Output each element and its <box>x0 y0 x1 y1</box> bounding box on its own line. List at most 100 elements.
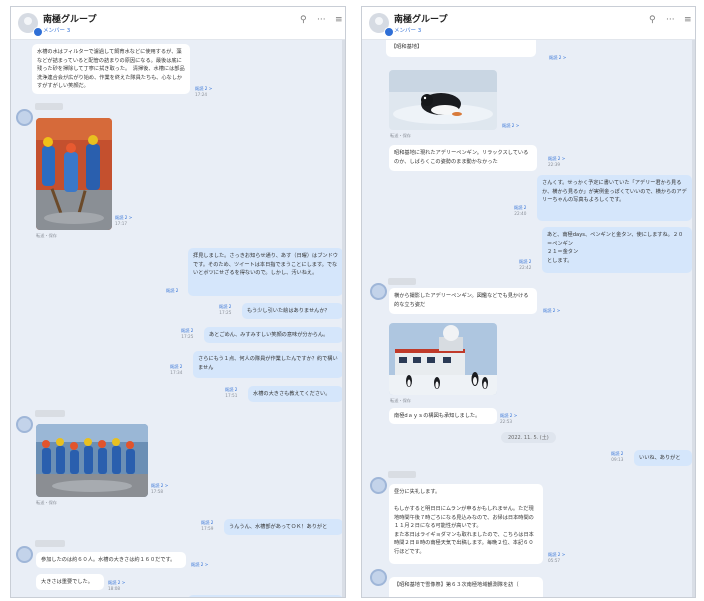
message-text: 昭和基地に現れたアデリーペンギン。リラックスしているのか、しばらくこの姿勢のまま… <box>394 150 529 165</box>
sender-name <box>35 103 63 110</box>
search-icon[interactable]: ⚲ <box>649 16 656 25</box>
message-text: 水槽の大きさも教えてください。 <box>253 391 331 397</box>
read-receipt[interactable]: 既読 2 > <box>108 580 125 586</box>
message-meta: 既読 2 > <box>191 562 208 568</box>
sender-avatar[interactable] <box>370 569 387 586</box>
message-meta: 既読 2 17:34 <box>170 364 182 375</box>
message-meta: 既読 2 > 22:39 <box>548 156 565 167</box>
message-bubble-incoming[interactable]: 【昭和基地】 <box>386 39 536 57</box>
read-receipt[interactable]: 既読 2 > <box>151 483 168 489</box>
photo-station-with-penguins[interactable] <box>389 323 497 395</box>
sender-avatar[interactable] <box>16 109 33 126</box>
chat-window-right: 南極グループ メンバー 3 ⚲ ··· ≡ 【昭和基地】 既読 2 > 既読 2… <box>361 6 696 598</box>
read-receipt[interactable]: 既読 2 <box>519 259 531 265</box>
message-bubble-outgoing[interactable]: あと、南極days、ペンギンと金タン、使にしますね。２０＝ペンギン ２１＝金タン… <box>542 227 692 273</box>
message-bubble-outgoing[interactable]: もう少し引いた絵はありませんか？ <box>242 303 343 319</box>
photo-group-of-workers[interactable] <box>36 424 148 497</box>
read-receipt[interactable]: 既読 2 > <box>191 562 208 568</box>
message-bubble-outgoing[interactable]: さんくす。せっかく予定に書いていた「アデリー君から見るか、横から見るか」が実例金… <box>537 175 692 221</box>
message-meta: 既読 2 > 22:53 <box>500 413 517 424</box>
message-meta: 既読 2 22:40 <box>514 205 526 216</box>
message-bubble-outgoing[interactable]: いいね、ありがと <box>634 450 692 466</box>
menu-icon[interactable]: ≡ <box>335 16 343 25</box>
message-meta: 既読 2 > 18:08 <box>108 580 125 591</box>
more-icon[interactable]: ··· <box>666 16 675 25</box>
search-icon[interactable]: ⚲ <box>300 16 307 25</box>
photo-actions[interactable]: 転送・保存 <box>390 398 411 404</box>
message-meta: 既読 2 > 17:58 <box>151 483 168 494</box>
message-bubble-outgoing[interactable]: 水槽の大きさも教えてください。 <box>248 386 343 402</box>
message-bubble-outgoing[interactable]: うんうん、水槽部があってＯＫ！ありがと <box>224 519 343 535</box>
read-receipt[interactable]: 既読 2 <box>611 451 623 457</box>
sender-avatar[interactable] <box>370 477 387 494</box>
more-icon[interactable]: ··· <box>317 16 326 25</box>
member-count[interactable]: メンバー 3 <box>394 26 421 34</box>
message-meta: 既読 2 > 17:17 <box>115 215 132 226</box>
timestamp: 17:24 <box>195 91 208 97</box>
group-badge-icon <box>384 27 394 37</box>
scrollbar[interactable] <box>342 39 345 597</box>
timestamp: 18:08 <box>108 585 121 591</box>
photo-actions[interactable]: 転送・保存 <box>36 233 57 239</box>
message-meta: 既読 2 > 17:24 <box>195 86 212 97</box>
read-receipt[interactable]: 既読 2 <box>219 304 231 310</box>
photo-image <box>36 424 148 497</box>
read-receipt[interactable]: 既読 2 <box>225 387 237 393</box>
message-bubble-incoming[interactable]: 昭和基地に現れたアデリーペンギン。リラックスしているのか、しばらくこの姿勢のまま… <box>389 145 537 171</box>
message-meta: 既読 2 > <box>549 55 566 61</box>
read-receipt[interactable]: 既読 2 > <box>195 86 212 92</box>
message-bubble-incoming[interactable]: 大きさは重要でした。 <box>36 574 104 590</box>
message-bubble-incoming[interactable]: 横から撮影したアデリーペンギン。図鑑などでも見かける的な立ち姿だ <box>389 288 537 314</box>
sender-avatar[interactable] <box>16 416 33 433</box>
menu-icon[interactable]: ≡ <box>684 16 692 25</box>
sender-avatar[interactable] <box>370 283 387 300</box>
message-bubble-outgoing[interactable] <box>188 595 343 597</box>
message-meta: 既読 2 09:13 <box>611 451 623 462</box>
timestamp: 09:13 <box>611 456 624 462</box>
photo-actions[interactable]: 転送・保存 <box>390 133 411 139</box>
message-bubble-outgoing[interactable]: 拝見しました。さっきお知らせ通り、あす（日曜）はブンドウです。そのため、ツイート… <box>188 248 343 296</box>
message-meta: 既読 2 > <box>543 308 560 314</box>
read-receipt[interactable]: 既読 2 <box>181 328 193 334</box>
photo-actions[interactable]: 転送・保存 <box>36 500 57 506</box>
message-bubble-incoming[interactable]: 参加したのは約６０人。水槽の大きさは約１６０だです。 <box>36 552 186 568</box>
message-bubble-outgoing[interactable]: あとごめん、みすみすしい笑顔の意味が分からん。 <box>204 327 343 343</box>
read-receipt[interactable]: 既読 2 <box>514 205 526 211</box>
message-text: 【昭和基地で雪像祭】第６３次南極地域観測隊を訪（ <box>394 582 519 588</box>
read-receipt[interactable]: 既読 2 > <box>543 308 560 314</box>
read-receipt[interactable]: 既読 2 > <box>115 215 132 221</box>
read-receipt[interactable]: 既読 2 > <box>500 413 517 419</box>
timestamp: 17:34 <box>170 369 183 375</box>
message-bubble-incoming[interactable]: 昼分に失礼します。 もしかすると明日日にムランが申るかもしれません。ただ現地時間… <box>389 484 543 564</box>
read-receipt[interactable]: 既読 2 > <box>548 552 565 558</box>
photo-image <box>389 70 497 130</box>
group-title[interactable]: 南極グループ <box>43 12 96 25</box>
message-text: 横から撮影したアデリーペンギン。図鑑などでも見かける的な立ち姿だ <box>394 293 529 308</box>
message-meta: 既読 2 17:25 <box>181 328 193 339</box>
sender-avatar[interactable] <box>16 546 33 563</box>
timestamp: 05:57 <box>548 557 561 563</box>
message-meta: 既読 2 17:51 <box>225 387 237 398</box>
read-receipt[interactable]: 既読 2 <box>170 364 182 370</box>
photo-adelie-penguin-lying[interactable] <box>389 70 497 130</box>
message-bubble-incoming[interactable]: 南極dａｙｓの構図も承知しました。 <box>389 408 497 424</box>
member-count[interactable]: メンバー 3 <box>43 26 70 34</box>
message-text: あと、南極days、ペンギンと金タン、使にしますね。２０＝ペンギン ２１＝金タン… <box>547 232 684 264</box>
message-meta: 既読 2 > <box>502 123 519 129</box>
photo-workers-cleaning-tank[interactable] <box>36 118 112 230</box>
timestamp: 17:58 <box>151 488 164 494</box>
message-text: いいね、ありがと <box>639 455 681 461</box>
chat-window-left: 南極グループ メンバー 3 ⚲ ··· ≡ 水槽の水はフィルターで濾過して飼育水… <box>10 6 346 598</box>
message-bubble-outgoing[interactable]: さらにもう１点、何人の隊員が作業したんですか？約で構いません <box>193 351 343 378</box>
message-bubble-incoming[interactable]: 【昭和基地で雪像祭】第６３次南極地域観測隊を訪（ <box>389 577 543 597</box>
message-meta: 既読 2 22:42 <box>519 259 531 270</box>
timestamp: 22:53 <box>500 418 513 424</box>
read-receipt[interactable]: 既読 2 > <box>549 55 566 61</box>
read-receipt[interactable]: 既読 2 <box>201 520 213 526</box>
read-receipt[interactable]: 既読 2 > <box>548 156 565 162</box>
read-receipt[interactable]: 既読 2 <box>166 288 178 294</box>
message-bubble-incoming[interactable]: 水槽の水はフィルターで濾過して飼育水などに使用するが、藻などが詰まっていると配管… <box>32 44 190 94</box>
scrollbar[interactable] <box>692 39 695 597</box>
read-receipt[interactable]: 既読 2 > <box>502 123 519 129</box>
group-title[interactable]: 南極グループ <box>394 12 447 25</box>
